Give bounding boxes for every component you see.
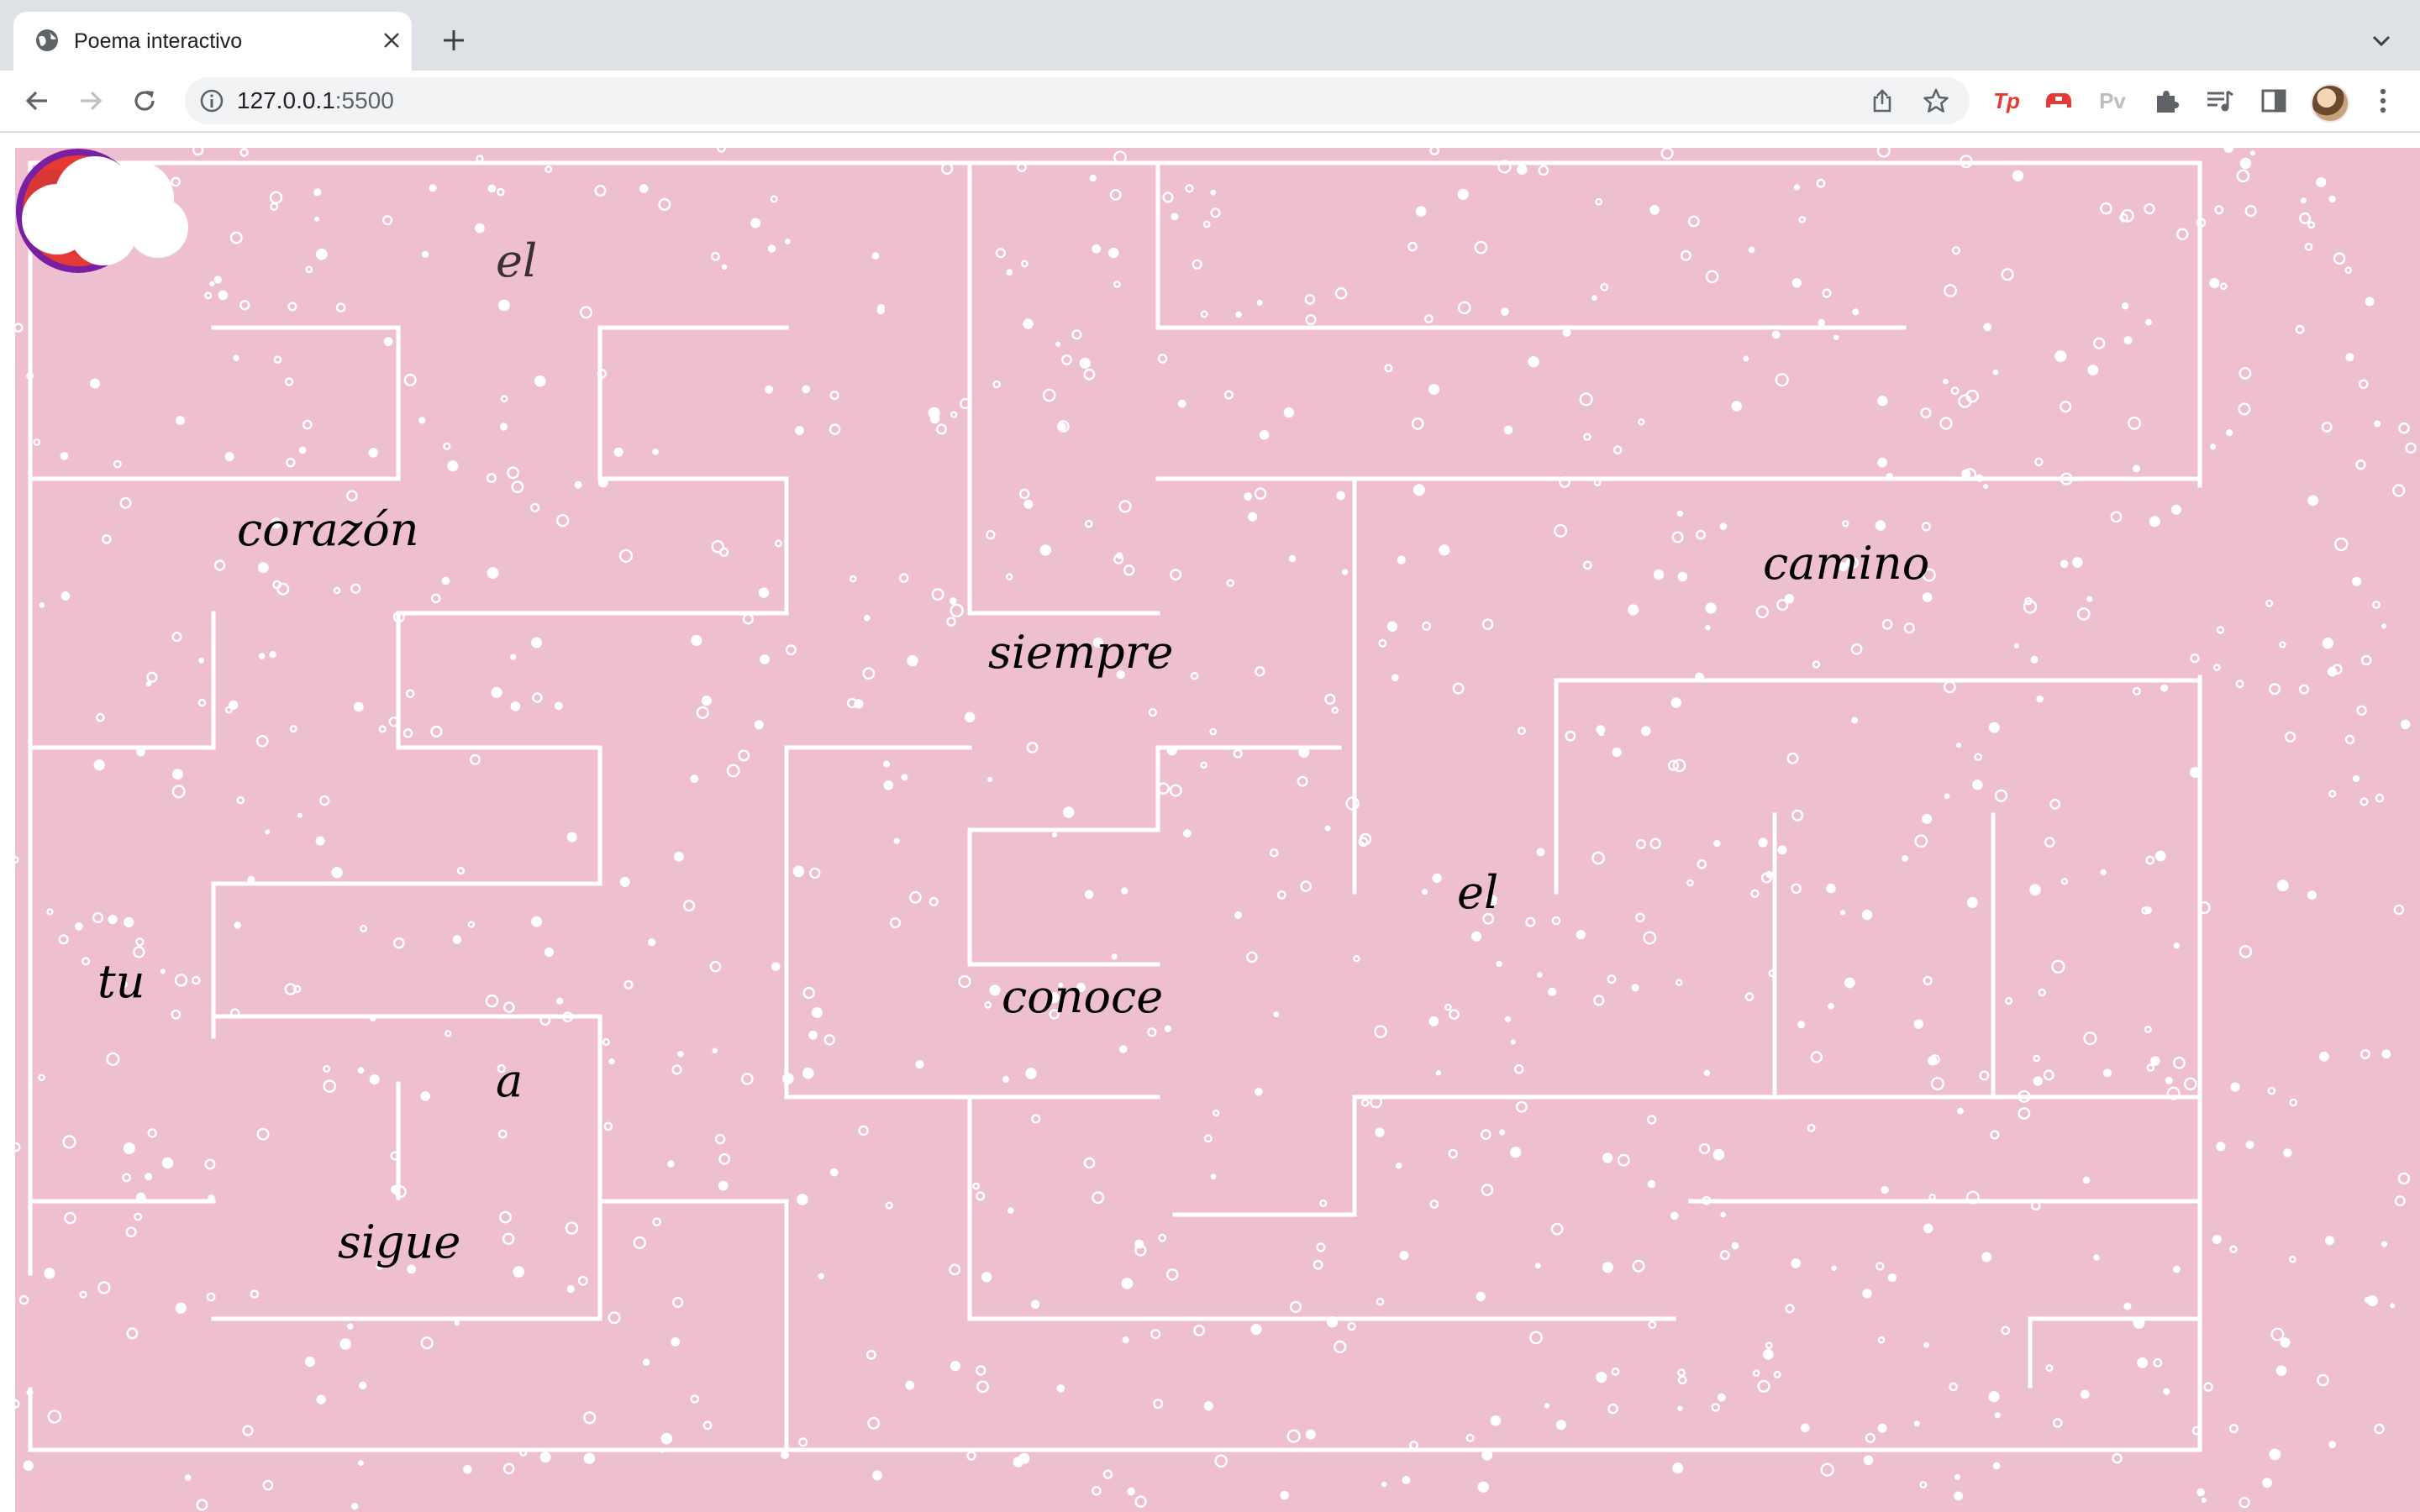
arrow-left-icon bbox=[25, 91, 47, 111]
red-extension-icon[interactable] bbox=[2040, 82, 2077, 119]
tab-search-button[interactable] bbox=[2366, 25, 2396, 55]
poem-word-tu: tu bbox=[97, 955, 145, 1008]
maze-wall bbox=[967, 827, 1160, 967]
poem-word-corazon: corazón bbox=[237, 503, 419, 556]
maze-wall bbox=[784, 745, 1160, 1100]
poem-word-el-2: el bbox=[1457, 866, 1499, 919]
share-button[interactable] bbox=[1867, 86, 1897, 116]
back-button[interactable] bbox=[18, 82, 55, 119]
reload-button[interactable] bbox=[126, 82, 163, 119]
star-icon bbox=[1923, 88, 1949, 113]
tab-close-button[interactable] bbox=[376, 25, 407, 55]
maze-wall bbox=[1554, 678, 2202, 895]
reload-icon bbox=[134, 91, 155, 111]
close-icon bbox=[384, 33, 399, 48]
tab-title: Poema interactivo bbox=[74, 29, 243, 53]
maze-wall bbox=[967, 160, 1160, 616]
tab-strip: Poema interactivo bbox=[0, 0, 2420, 71]
maze-wall bbox=[28, 325, 401, 481]
maze-wall bbox=[1155, 160, 1907, 330]
side-panel-icon bbox=[2261, 89, 2286, 113]
maze-walls bbox=[28, 160, 2202, 1452]
maze-wall bbox=[28, 675, 2202, 1452]
poem-word-siempre: siempre bbox=[988, 626, 1174, 679]
puzzle-icon bbox=[2157, 91, 2179, 113]
poem-word-sigue: sigue bbox=[338, 1215, 461, 1268]
maze-wall bbox=[2028, 1316, 2202, 1389]
url-host: 127.0.0.1 bbox=[237, 87, 335, 113]
maze-wall bbox=[1172, 1095, 1357, 1217]
forward-button[interactable] bbox=[72, 82, 109, 119]
url-text: 127.0.0.1:5500 bbox=[237, 86, 394, 116]
menu-button[interactable] bbox=[2365, 82, 2402, 119]
arrow-right-icon bbox=[81, 91, 103, 111]
maze-wall bbox=[28, 160, 2202, 488]
extensions-button[interactable] bbox=[2148, 82, 2185, 119]
playlist-icon bbox=[2207, 90, 2233, 112]
media-button[interactable] bbox=[2202, 82, 2238, 119]
tp-extension-icon[interactable]: Tp bbox=[1988, 82, 2025, 119]
profile-avatar[interactable] bbox=[2311, 84, 2349, 123]
pv-extension-label: Pv bbox=[2099, 87, 2126, 113]
share-icon bbox=[1873, 89, 1891, 113]
maze-wall bbox=[28, 611, 216, 750]
poem-word-a: a bbox=[496, 1054, 523, 1107]
cloud-icon bbox=[22, 156, 188, 265]
maze-wall bbox=[211, 325, 789, 1039]
address-bar[interactable]: 127.0.0.1:5500 bbox=[185, 77, 1970, 124]
more-vert-icon bbox=[2380, 88, 2386, 113]
browser-toolbar: 127.0.0.1:5500 Tp Pv bbox=[0, 71, 2420, 133]
poem-word-el-1: el bbox=[496, 234, 538, 287]
chevron-down-icon bbox=[2372, 35, 2391, 47]
maze-wall bbox=[597, 1199, 789, 1452]
tab-poema[interactable]: Poema interactivo bbox=[13, 12, 412, 71]
tp-extension-label: Tp bbox=[1993, 87, 2020, 113]
plus-icon bbox=[444, 30, 464, 50]
maze-wall bbox=[967, 745, 1342, 832]
car-icon bbox=[2046, 93, 2071, 108]
poem-word-conoce: conoce bbox=[1002, 970, 1164, 1023]
maze-wall bbox=[211, 1014, 602, 1321]
info-icon[interactable] bbox=[198, 87, 225, 114]
pv-extension-icon[interactable]: Pv bbox=[2094, 82, 2131, 119]
new-tab-button[interactable] bbox=[437, 24, 471, 57]
maze-wall bbox=[967, 1095, 1676, 1321]
poem-word-camino: camino bbox=[1763, 537, 1930, 590]
maze-game-canvas[interactable]: el corazón tu a sigue siempre conoce el … bbox=[15, 148, 2420, 1512]
globe-icon bbox=[36, 29, 58, 51]
page-content: el corazón tu a sigue siempre conoce el … bbox=[0, 133, 2420, 1512]
side-panel-button[interactable] bbox=[2255, 82, 2292, 119]
url-port: :5500 bbox=[334, 87, 394, 113]
bookmark-button[interactable] bbox=[1921, 86, 1951, 116]
